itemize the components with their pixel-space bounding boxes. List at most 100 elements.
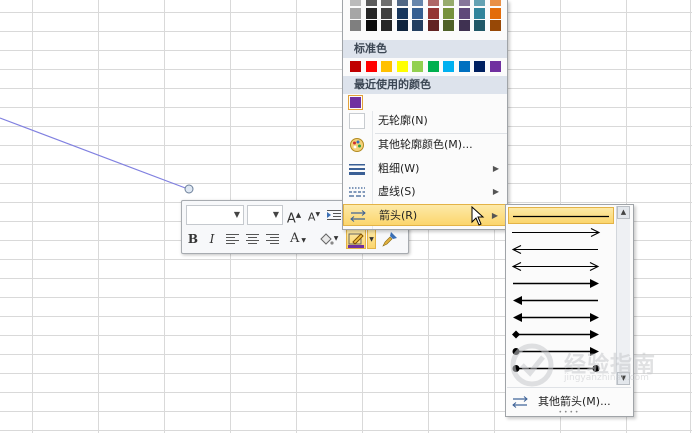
watermark-subtext: jingyanzhinan.com (564, 373, 649, 383)
menu-separator (507, 387, 631, 388)
align-right-icon (265, 234, 279, 244)
font-color-icon: A (290, 231, 300, 246)
arrow-option-arrow-right[interactable] (508, 224, 614, 241)
chevron-down-icon: ▼ (272, 210, 279, 219)
shrink-font-button[interactable]: A▼ (306, 205, 322, 225)
outline-color-menu: 标准色 最近使用的颜色 无轮廓(N) 其他轮廓颜色(M)... 粗细(W) ▶ … (342, 0, 508, 230)
scroll-up-button[interactable]: ▲ (617, 206, 630, 219)
dash-style-icon (349, 184, 365, 200)
theme-color-swatch[interactable] (381, 0, 392, 6)
bold-button[interactable]: B (185, 229, 201, 249)
theme-color-swatch[interactable] (458, 0, 470, 6)
standard-color-swatch[interactable] (365, 61, 377, 72)
watermark-logo-icon (510, 343, 554, 387)
arrow-option-arrow-both[interactable] (508, 258, 614, 275)
menu-item-label: 虚线(S) (378, 185, 416, 198)
theme-color-swatch[interactable] (443, 20, 454, 31)
mouse-cursor-icon (471, 206, 485, 226)
theme-color-swatch[interactable] (381, 8, 392, 19)
submenu-arrow-icon: ▶ (491, 211, 498, 220)
standard-color-swatch[interactable] (427, 61, 439, 72)
standard-color-swatch[interactable] (443, 61, 454, 72)
theme-color-swatch[interactable] (365, 20, 377, 31)
grow-font-icon: A (286, 211, 296, 227)
theme-color-swatch[interactable] (350, 8, 361, 19)
arrow-settings-icon (512, 396, 528, 408)
theme-color-swatch[interactable] (489, 8, 501, 19)
arrow-option-diamond-left[interactable] (508, 326, 614, 343)
standard-color-swatch[interactable] (350, 61, 361, 72)
menu-item-label: 其他轮廓颜色(M)... (378, 138, 473, 151)
standard-color-swatch[interactable] (412, 61, 423, 72)
arrow-option-arrow-left[interactable] (508, 241, 614, 258)
theme-color-swatch[interactable] (427, 0, 439, 6)
no-outline-icon (349, 113, 365, 129)
font-color-button[interactable]: A ▼ (286, 229, 310, 249)
submenu-arrow-icon: ▶ (492, 187, 499, 196)
format-painter-button[interactable] (380, 229, 400, 249)
standard-colors-header: 标准色 (343, 40, 507, 58)
theme-color-swatch[interactable] (474, 20, 485, 31)
theme-color-swatch[interactable] (396, 0, 408, 6)
theme-color-swatch[interactable] (396, 20, 408, 31)
theme-color-swatch[interactable] (396, 8, 408, 19)
theme-color-swatch[interactable] (458, 20, 470, 31)
pen-outline-icon (348, 233, 364, 248)
resize-grip[interactable]: • • • • (506, 410, 631, 416)
theme-color-swatch[interactable] (365, 0, 377, 6)
menu-item-label: 无轮廓(N) (378, 114, 428, 127)
format-painter-icon (382, 232, 397, 247)
theme-color-swatch[interactable] (489, 0, 501, 6)
fill-color-button[interactable]: ▼ (314, 229, 342, 249)
theme-color-swatch[interactable] (474, 0, 485, 6)
color-palette-icon (349, 137, 365, 153)
menu-item-more-colors[interactable]: 其他轮廓颜色(M)... (343, 134, 507, 156)
recent-color-swatch[interactable] (348, 95, 363, 110)
menu-item-weight[interactable]: 粗细(W) ▶ (343, 158, 507, 180)
align-center-button[interactable] (244, 229, 260, 249)
theme-color-swatch[interactable] (412, 0, 423, 6)
menu-item-dash[interactable]: 虚线(S) ▶ (343, 181, 507, 203)
italic-button[interactable]: I (204, 229, 220, 249)
theme-color-swatch[interactable] (412, 20, 423, 31)
watermark: 经验指南 jingyanzhinan.com (508, 343, 673, 387)
indent-button[interactable] (326, 205, 342, 225)
theme-color-swatch[interactable] (427, 20, 439, 31)
standard-color-swatch[interactable] (474, 61, 485, 72)
theme-color-swatch[interactable] (474, 8, 485, 19)
arrow-option-triangle-right[interactable] (508, 275, 614, 292)
standard-color-swatch[interactable] (489, 61, 501, 72)
theme-color-swatch[interactable] (412, 8, 423, 19)
menu-item-no-outline[interactable]: 无轮廓(N) (343, 110, 507, 132)
theme-color-swatch[interactable] (443, 8, 454, 19)
standard-color-swatch[interactable] (381, 61, 392, 72)
standard-color-swatch[interactable] (458, 61, 470, 72)
theme-color-swatch[interactable] (381, 20, 392, 31)
align-left-button[interactable] (224, 229, 240, 249)
theme-color-swatch[interactable] (427, 8, 439, 19)
arrow-option-triangle-left[interactable] (508, 292, 614, 309)
chevron-down-icon: ▼ (299, 237, 306, 244)
standard-color-swatch[interactable] (396, 61, 408, 72)
recent-colors-header: 最近使用的颜色 (343, 76, 507, 94)
chevron-down-icon: ▼ (333, 235, 339, 242)
arrow-option-plain[interactable] (508, 207, 614, 224)
theme-color-swatch[interactable] (443, 0, 454, 6)
theme-color-swatch[interactable] (458, 8, 470, 19)
font-name-combo[interactable]: ▼ (186, 205, 244, 225)
grow-font-button[interactable]: A▲ (286, 205, 302, 227)
theme-color-swatch[interactable] (350, 0, 361, 6)
arrow-style-icon (350, 208, 366, 224)
outline-color-dropdown[interactable]: ▼ (367, 229, 376, 249)
theme-color-swatch[interactable] (489, 20, 501, 31)
menu-item-label: 粗细(W) (378, 162, 420, 175)
arrow-option-triangle-both[interactable] (508, 309, 614, 326)
chevron-down-icon: ▼ (233, 210, 240, 219)
align-right-button[interactable] (264, 229, 280, 249)
theme-color-swatch[interactable] (350, 20, 361, 31)
align-center-icon (245, 234, 259, 244)
indent-icon (327, 210, 341, 220)
outline-color-button[interactable] (346, 229, 366, 249)
font-size-combo[interactable]: ▼ (247, 205, 283, 225)
theme-color-swatch[interactable] (365, 8, 377, 19)
